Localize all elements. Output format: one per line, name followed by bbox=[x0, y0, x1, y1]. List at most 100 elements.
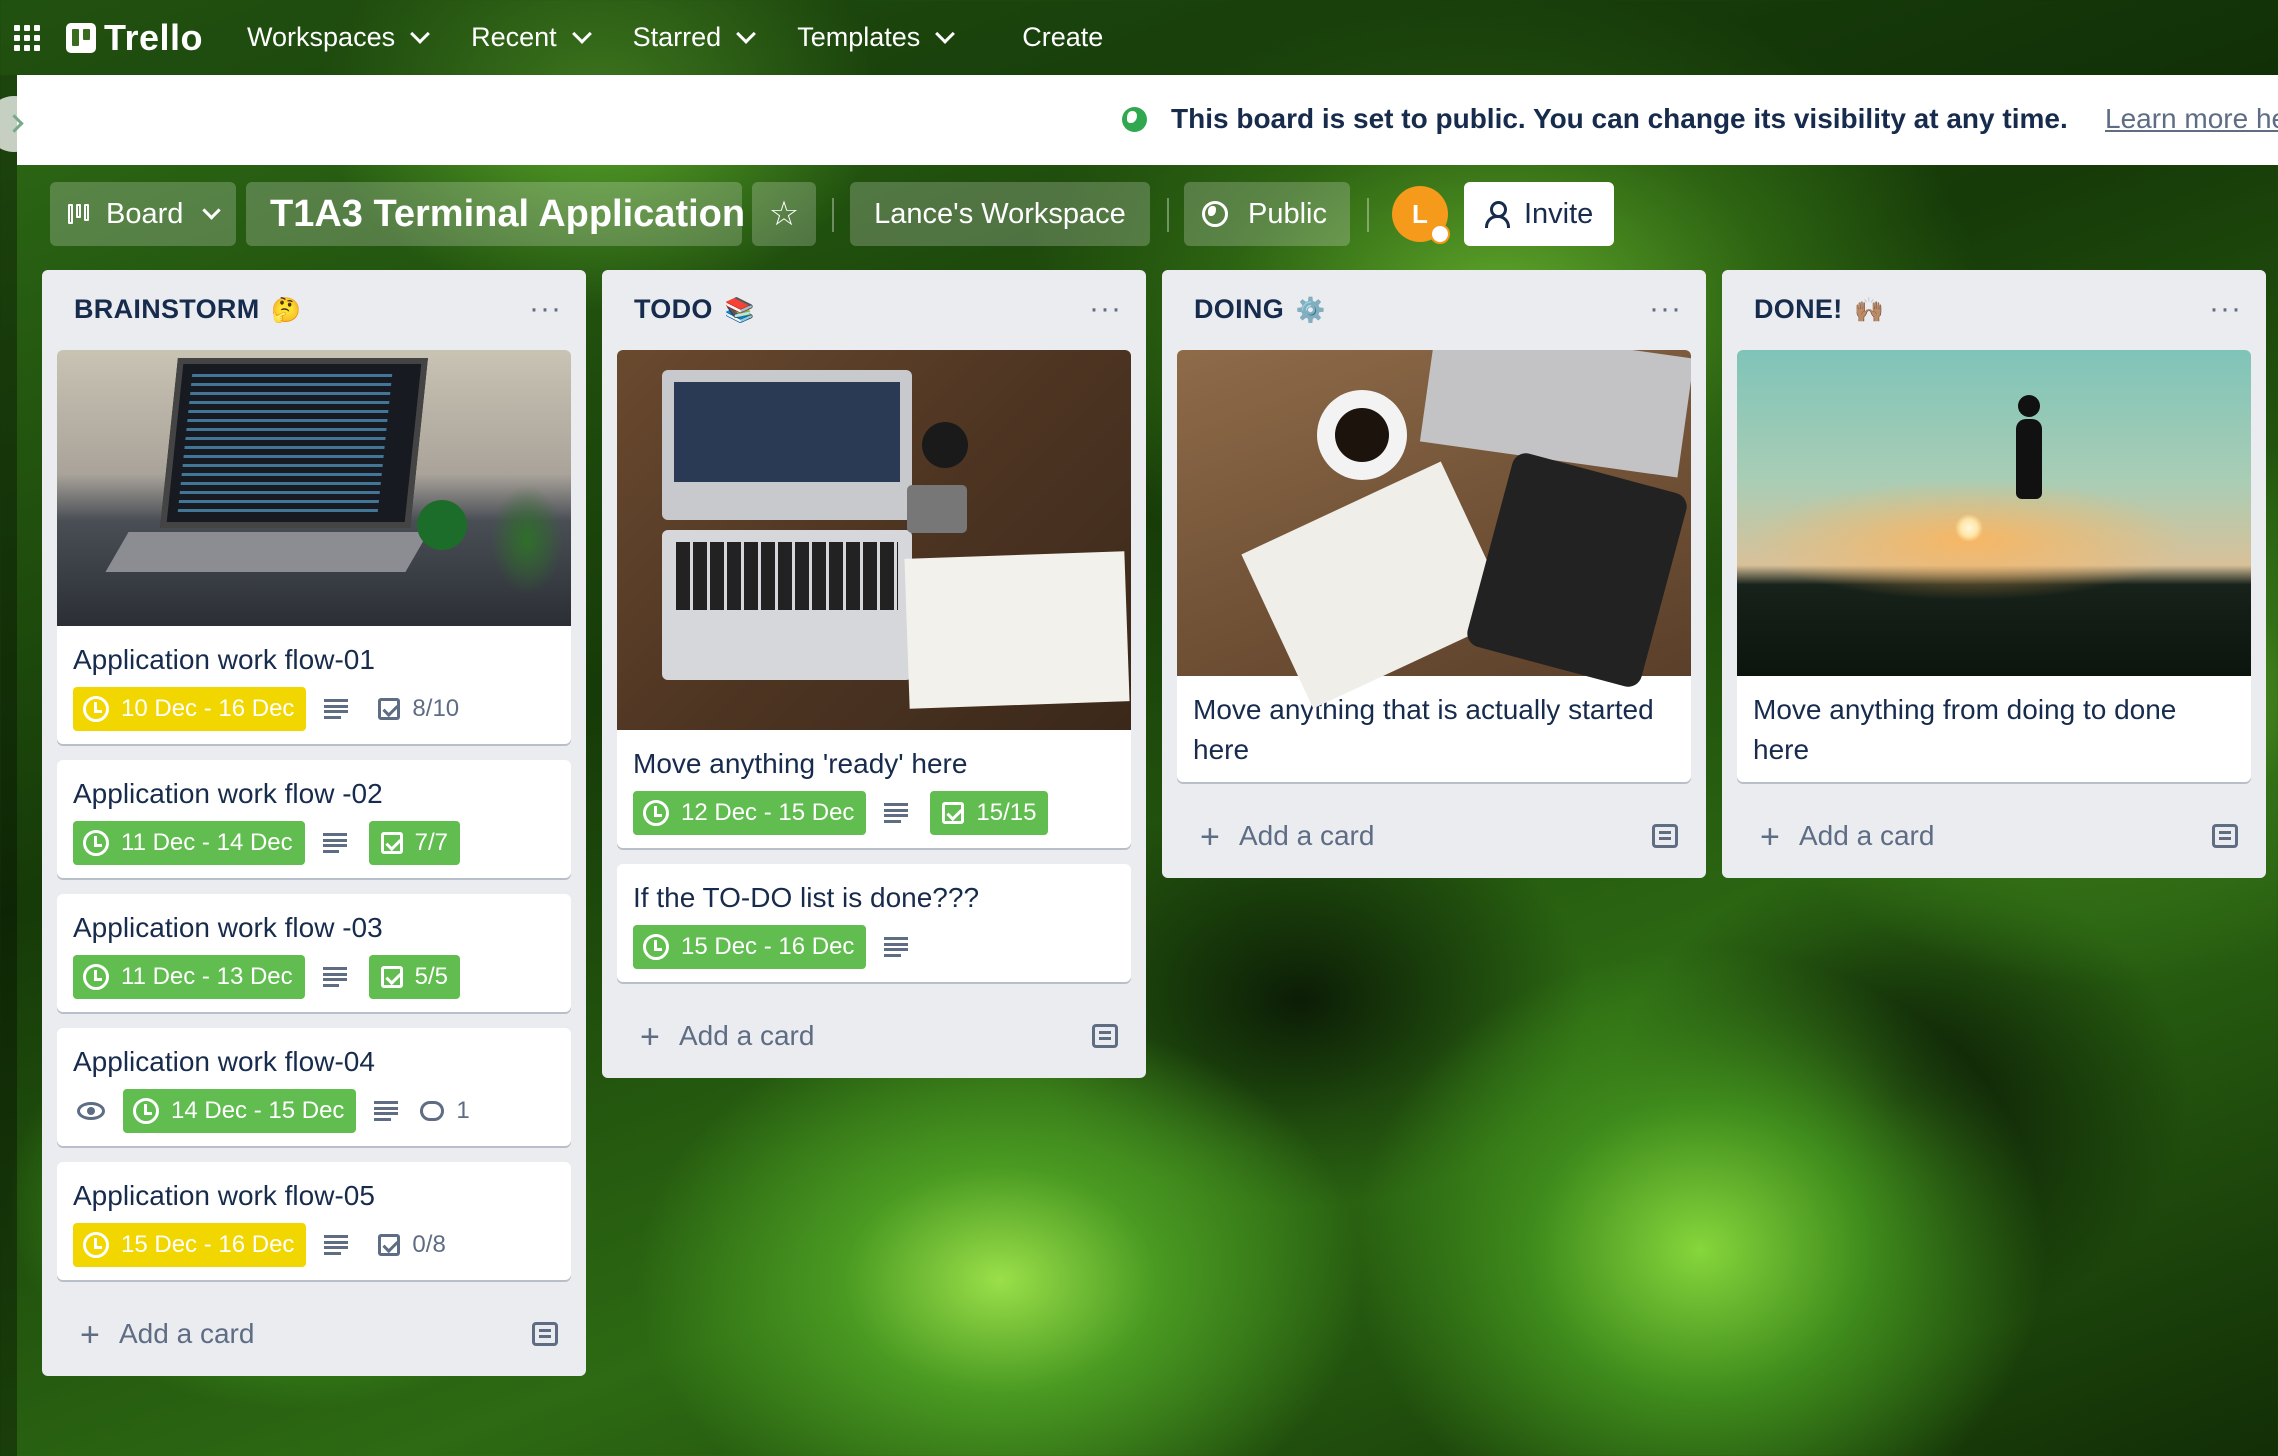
card-template-icon[interactable] bbox=[2212, 824, 2238, 848]
learn-more-link[interactable]: Learn more here bbox=[2105, 103, 2278, 135]
list-doing: DOING ⚙️ ··· Move anything that is actua… bbox=[1162, 270, 1706, 878]
description-icon bbox=[324, 1235, 349, 1255]
nav-workspaces[interactable]: Workspaces bbox=[247, 22, 430, 53]
card-title: Application work flow-05 bbox=[73, 1180, 375, 1211]
checklist-badge: 7/7 bbox=[368, 821, 461, 865]
card-template-icon[interactable] bbox=[1652, 824, 1678, 848]
checklist-count: 0/8 bbox=[412, 1231, 446, 1258]
card-template-icon[interactable] bbox=[532, 1322, 558, 1346]
clock-icon bbox=[133, 1098, 159, 1124]
add-person-icon bbox=[1484, 200, 1510, 228]
list-title[interactable]: DOING ⚙️ bbox=[1194, 294, 1326, 325]
add-card-button[interactable]: + Add a card bbox=[602, 998, 1146, 1078]
nav-recent[interactable]: Recent bbox=[471, 22, 592, 53]
list-title[interactable]: DONE! 🙌🏽 bbox=[1754, 294, 1885, 325]
avatar-initial: L bbox=[1412, 198, 1428, 229]
star-board-button[interactable]: ☆ bbox=[752, 182, 816, 246]
card[interactable]: Application work flow-01 10 Dec - 16 Dec… bbox=[57, 350, 571, 744]
list-emoji: ⚙️ bbox=[1295, 297, 1327, 324]
due-date-text: 10 Dec - 16 Dec bbox=[121, 695, 295, 722]
card[interactable]: Application work flow-05 15 Dec - 16 Dec… bbox=[57, 1162, 571, 1280]
checklist-icon bbox=[378, 1234, 401, 1256]
list-menu-icon[interactable]: ··· bbox=[2209, 292, 2242, 326]
card-title: If the TO-DO list is done??? bbox=[633, 882, 980, 913]
chevron-down-icon bbox=[736, 23, 757, 44]
checklist-icon bbox=[380, 832, 403, 854]
due-date-text: 11 Dec - 14 Dec bbox=[121, 829, 293, 856]
list-menu-icon[interactable]: ··· bbox=[1649, 292, 1682, 326]
card[interactable]: Application work flow -02 11 Dec - 14 De… bbox=[57, 760, 571, 878]
checklist-count: 8/10 bbox=[412, 695, 460, 722]
workspace-button[interactable]: Lance's Workspace bbox=[850, 182, 1150, 246]
trello-logo[interactable]: Trello bbox=[66, 17, 203, 59]
create-button[interactable]: Create bbox=[1022, 22, 1103, 53]
card[interactable]: If the TO-DO list is done??? 15 Dec - 16… bbox=[617, 864, 1131, 982]
add-card-button[interactable]: + Add a card bbox=[42, 1296, 586, 1376]
clock-icon bbox=[83, 1232, 109, 1258]
header-divider bbox=[1367, 198, 1369, 232]
due-date-badge[interactable]: 11 Dec - 14 Dec bbox=[73, 821, 305, 865]
card-title: Application work flow-04 bbox=[73, 1046, 375, 1077]
due-date-badge[interactable]: 12 Dec - 15 Dec bbox=[633, 791, 867, 835]
due-date-badge[interactable]: 14 Dec - 15 Dec bbox=[123, 1089, 357, 1133]
due-date-badge[interactable]: 11 Dec - 13 Dec bbox=[73, 955, 305, 999]
checklist-badge: 8/10 bbox=[370, 687, 467, 731]
chevron-down-icon bbox=[202, 200, 222, 220]
card-title: Move anything 'ready' here bbox=[633, 748, 968, 779]
card-badges: 10 Dec - 16 Dec 8/10 bbox=[73, 686, 555, 732]
card[interactable]: Move anything that is actually started h… bbox=[1177, 350, 1691, 782]
due-date-badge[interactable]: 15 Dec - 16 Dec bbox=[633, 925, 867, 969]
card-template-icon[interactable] bbox=[1092, 1024, 1118, 1048]
board-view-icon bbox=[68, 204, 94, 224]
checklist-badge: 0/8 bbox=[370, 1223, 453, 1267]
board-header: Board T1A3 Terminal Application ☆ Lance'… bbox=[0, 182, 2278, 246]
list-title-text: BRAINSTORM bbox=[74, 294, 260, 324]
add-card-button[interactable]: + Add a card bbox=[1162, 798, 1706, 878]
card[interactable]: Application work flow -03 11 Dec - 13 De… bbox=[57, 894, 571, 1012]
globe-icon bbox=[1202, 201, 1228, 227]
comment-count: 1 bbox=[456, 1097, 470, 1124]
list-todo: TODO 📚 ··· Move anything 'ready' here 12… bbox=[602, 270, 1146, 1078]
card[interactable]: Move anything 'ready' here 12 Dec - 15 D… bbox=[617, 350, 1131, 848]
invite-button[interactable]: Invite bbox=[1464, 182, 1614, 246]
list-brainstorm: BRAINSTORM 🤔 ··· Application work flow-0… bbox=[42, 270, 586, 1376]
clock-icon bbox=[83, 964, 109, 990]
list-title[interactable]: BRAINSTORM 🤔 bbox=[74, 294, 302, 325]
description-icon bbox=[374, 1101, 399, 1121]
plus-icon: + bbox=[640, 1018, 660, 1056]
checklist-badge: 5/5 bbox=[368, 955, 461, 999]
card[interactable]: Application work flow-04 14 Dec - 15 Dec… bbox=[57, 1028, 571, 1146]
add-card-button[interactable]: + Add a card bbox=[1722, 798, 2266, 878]
nav-templates[interactable]: Templates bbox=[797, 22, 956, 53]
list-menu-icon[interactable]: ··· bbox=[529, 292, 562, 326]
plus-icon: + bbox=[80, 1316, 100, 1354]
due-date-badge[interactable]: 10 Dec - 16 Dec bbox=[73, 687, 307, 731]
chevron-down-icon bbox=[571, 23, 592, 44]
list-emoji: 🙌🏽 bbox=[1854, 297, 1885, 324]
list-menu-icon[interactable]: ··· bbox=[1089, 292, 1122, 326]
checklist-count: 7/7 bbox=[414, 829, 449, 856]
add-card-label: Add a card bbox=[1239, 820, 1375, 851]
due-date-badge[interactable]: 15 Dec - 16 Dec bbox=[73, 1223, 307, 1267]
card-cover-image bbox=[1737, 350, 2251, 676]
member-avatar[interactable]: L bbox=[1392, 186, 1450, 244]
plus-icon: + bbox=[1760, 818, 1780, 856]
due-date-text: 11 Dec - 13 Dec bbox=[121, 963, 293, 990]
board-view-label: Board bbox=[106, 197, 184, 230]
board-title[interactable]: T1A3 Terminal Application bbox=[246, 182, 745, 246]
nav-templates-label: Templates bbox=[797, 22, 921, 52]
nav-starred[interactable]: Starred bbox=[633, 22, 757, 53]
clock-icon bbox=[643, 800, 669, 826]
visibility-button[interactable]: Public bbox=[1184, 182, 1350, 246]
app-switcher-icon[interactable] bbox=[14, 24, 40, 51]
list-header: TODO 📚 ··· bbox=[602, 270, 1146, 350]
checklist-count: 5/5 bbox=[414, 963, 449, 990]
list-title[interactable]: TODO 📚 bbox=[634, 294, 755, 325]
admin-badge-icon bbox=[1430, 224, 1450, 244]
list-emoji: 🤔 bbox=[271, 297, 302, 324]
chevron-down-icon bbox=[935, 23, 956, 44]
board-view-switcher[interactable]: Board bbox=[50, 182, 236, 246]
card[interactable]: Move anything from doing to done here bbox=[1737, 350, 2251, 782]
header-divider bbox=[832, 198, 834, 232]
card-cover-image bbox=[1177, 350, 1691, 709]
